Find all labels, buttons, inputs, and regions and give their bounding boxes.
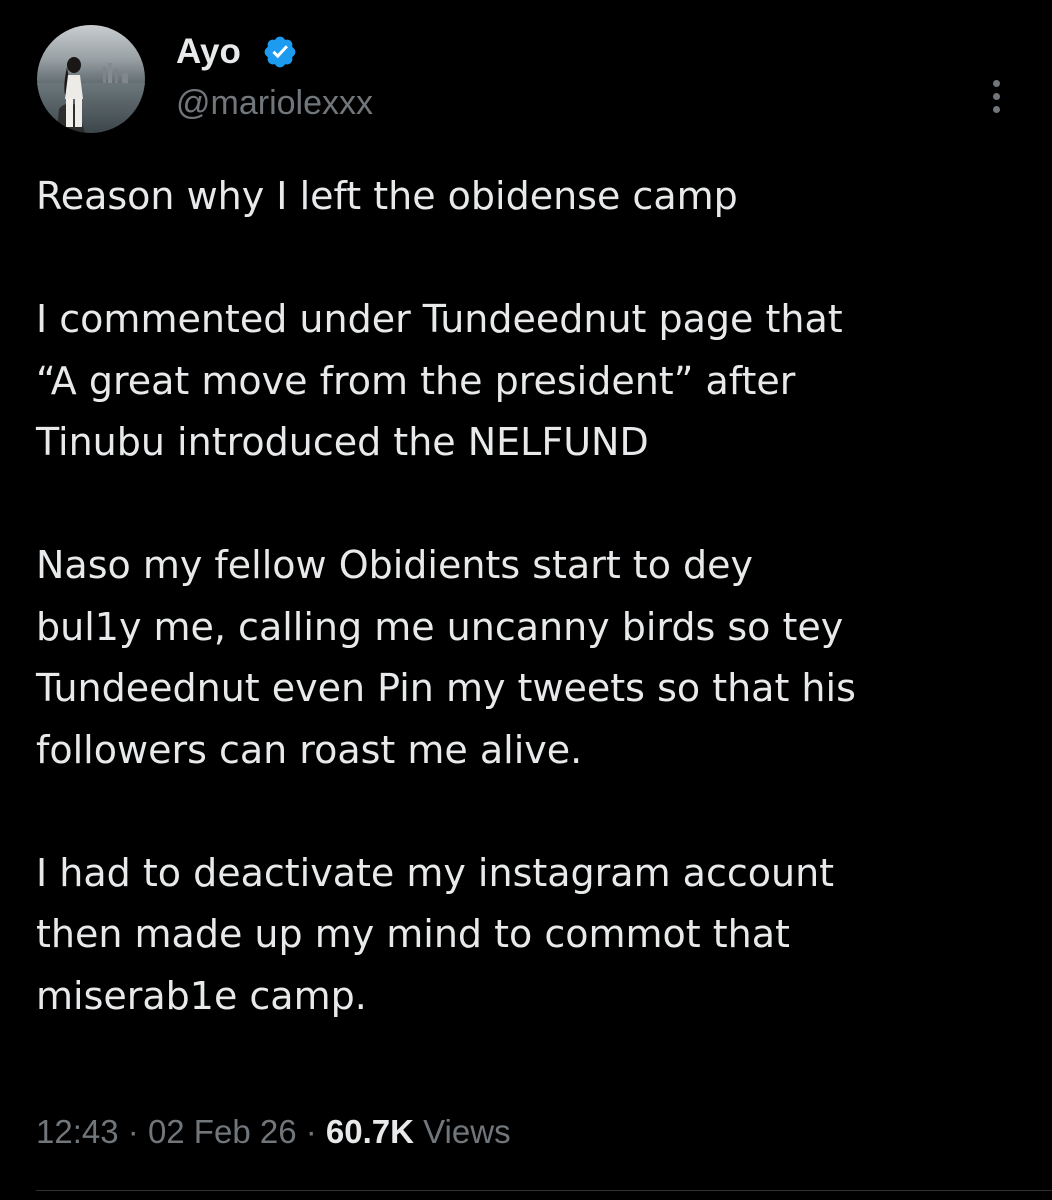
tweet-line: then made up my mind to commot that	[36, 912, 790, 956]
tweet-line: Reason why I left the obidense camp	[36, 174, 738, 218]
tweet-line: “A great move from the president” after	[36, 358, 796, 403]
dot	[992, 92, 1000, 100]
tweet-meta: 12:43 · 02 Feb 26 · 60.7K Views	[36, 1110, 511, 1154]
tweet-paragraph: I commented under Tundeednut page that “…	[36, 289, 1036, 474]
tweet-line: miserab1e camp.	[36, 973, 367, 1018]
avatar[interactable]	[37, 25, 145, 133]
tweet-paragraph: Naso my fellow Obidients start to dey bu…	[36, 535, 1036, 781]
tweet: Ayo @mariolexxx Reason why I left the ob…	[0, 0, 1052, 1200]
tweet-line: bul1y me, calling me uncanny birds so te…	[36, 604, 844, 649]
tweet-line: Naso my fellow Obidients start to dey	[36, 543, 754, 587]
tweet-paragraph: I had to deactivate my instagram account…	[36, 843, 1036, 1028]
meta-separator: ·	[305, 1113, 317, 1150]
dot	[992, 105, 1000, 113]
tweet-time[interactable]: 12:43	[36, 1113, 119, 1150]
divider	[36, 1190, 1052, 1191]
author-handle[interactable]: @mariolexxx	[176, 82, 373, 124]
tweet-line: I had to deactivate my instagram account	[36, 850, 835, 895]
tweet-line: Tundeednut even Pin my tweets so that hi…	[36, 666, 856, 710]
meta-separator: ·	[127, 1113, 139, 1150]
views-label: Views	[423, 1113, 511, 1150]
more-vertical-icon[interactable]	[976, 76, 1016, 116]
profile-photo-beach	[37, 25, 145, 133]
tweet-text: Reason why I left the obidense camp I co…	[36, 166, 1036, 1089]
dot	[992, 79, 1000, 87]
views-count[interactable]: 60.7K	[326, 1113, 414, 1150]
tweet-line: followers can roast me alive.	[36, 727, 583, 772]
tweet-line: I commented under Tundeednut page that	[36, 297, 843, 341]
verified-badge-icon	[264, 36, 296, 68]
tweet-date[interactable]: 02 Feb 26	[148, 1113, 297, 1150]
tweet-line: Tinubu introduced the NELFUND	[36, 420, 649, 464]
display-name[interactable]: Ayo	[176, 30, 241, 74]
tweet-paragraph: Reason why I left the obidense camp	[36, 166, 1036, 228]
